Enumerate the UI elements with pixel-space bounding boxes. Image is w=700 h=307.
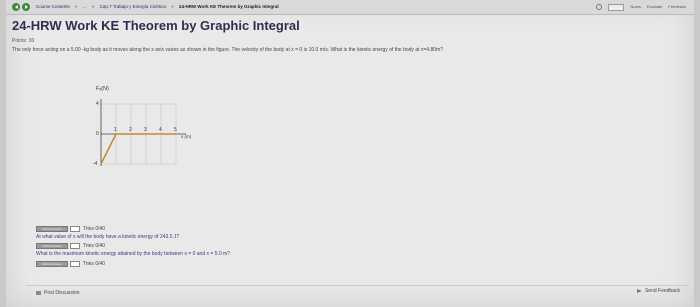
send-icon — [636, 288, 642, 293]
breadcrumb: Course Contents » ... » Cap.7 Trabajo y … — [36, 0, 283, 14]
breadcrumb-separator: » — [75, 4, 78, 9]
part-2-question: At what value of x will the body have a … — [36, 234, 180, 240]
x-tick-1: 1 — [114, 127, 117, 133]
tries-counter: Tries 0/40 — [83, 226, 106, 232]
tries-counter: Tries 0/40 — [83, 261, 106, 267]
back-arrow-icon[interactable] — [12, 3, 20, 11]
answer-input[interactable] — [70, 261, 80, 267]
answer-input[interactable] — [70, 226, 80, 232]
y-tick-neg4: -4 — [93, 161, 98, 167]
part-3-question: What is the maximum kinetic energy attai… — [36, 251, 230, 257]
browser-screen: Course Contents » ... » Cap.7 Trabajo y … — [6, 0, 694, 307]
top-right-tools: Notes Evaluate Feedback — [596, 0, 686, 14]
send-feedback-label: Send Feedback — [644, 288, 680, 294]
part-1-controls: Submit Answer Tries 0/40 — [36, 226, 105, 232]
y-tick-4: 4 — [96, 101, 99, 107]
x-tick-4: 4 — [159, 127, 162, 133]
part-2-controls: Submit Answer Tries 0/40 — [36, 243, 105, 249]
y-tick-0: 0 — [96, 131, 99, 137]
send-feedback-link[interactable]: Send Feedback — [636, 288, 680, 294]
answer-input[interactable] — [70, 243, 80, 249]
tries-counter: Tries 0/40 — [83, 243, 106, 249]
submit-answer-button[interactable]: Submit Answer — [36, 226, 68, 232]
footer-divider — [26, 285, 690, 286]
part-3-controls: Submit Answer Tries 0/40 — [36, 261, 105, 267]
discussion-icon — [36, 290, 41, 295]
graph-svg — [100, 99, 186, 166]
notes-label[interactable]: Notes — [630, 0, 640, 14]
post-discussion-link[interactable]: Post Discussion — [36, 290, 80, 296]
problem-statement: The only force acting on a 5.00 -kg body… — [12, 47, 443, 53]
submit-answer-label: Submit Answer — [41, 262, 62, 266]
evaluate-label[interactable]: Evaluate — [647, 0, 663, 14]
breadcrumb-current: 24-HRW Work KE Theorem by Graphic Integr… — [178, 4, 279, 9]
feedback-label[interactable]: Feedback — [668, 0, 686, 14]
breadcrumb-separator: » — [171, 4, 174, 9]
y-axis-label: Fₓ(N) — [96, 86, 109, 92]
points-label: Points: 30 — [12, 38, 35, 44]
submit-answer-label: Submit Answer — [41, 227, 62, 231]
x-tick-5: 5 — [174, 127, 177, 133]
x-axis-label: x (m) — [181, 134, 192, 139]
timer-box[interactable] — [608, 3, 625, 11]
x-tick-3: 3 — [144, 127, 147, 133]
breadcrumb-item-ellipsis[interactable]: ... — [83, 4, 87, 9]
force-series-line — [100, 133, 176, 165]
force-position-graph: Fₓ(N) x (m) 4 0 -4 1 2 3 4 5 — [86, 84, 196, 174]
submit-answer-label: Submit Answer — [41, 244, 62, 248]
submit-answer-button[interactable]: Submit Answer — [36, 261, 68, 267]
submit-answer-button[interactable]: Submit Answer — [36, 243, 68, 249]
breadcrumb-separator: » — [91, 4, 95, 9]
page-title: 24-HRW Work KE Theorem by Graphic Integr… — [12, 18, 300, 33]
top-nav-bar: Course Contents » ... » Cap.7 Trabajo y … — [6, 0, 694, 15]
breadcrumb-item-course-contents[interactable]: Course Contents — [36, 4, 70, 9]
forward-arrow-icon[interactable] — [22, 3, 30, 11]
gear-icon[interactable] — [596, 4, 603, 10]
post-discussion-label: Post Discussion — [44, 290, 80, 296]
breadcrumb-item-chapter[interactable]: Cap.7 Trabajo y Energía Cinética — [100, 4, 166, 9]
x-tick-2: 2 — [129, 127, 132, 133]
